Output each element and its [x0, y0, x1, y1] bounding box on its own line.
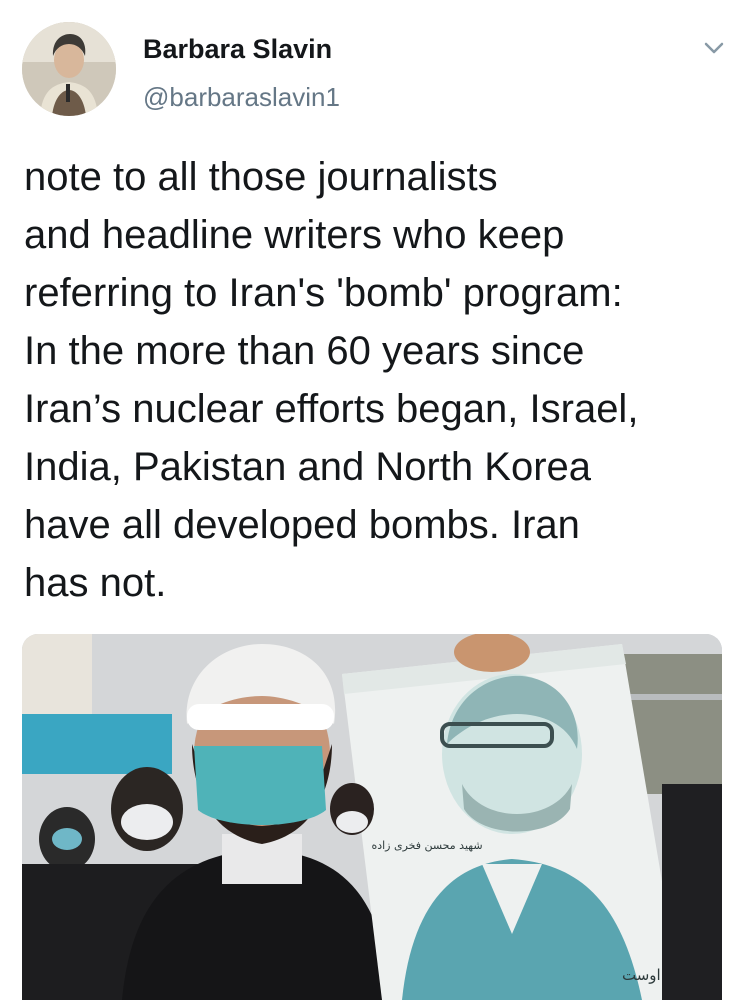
- tweet-text-line: Iran’s nuclear efforts began, Israel,: [24, 387, 639, 431]
- tweet-text-line: India, Pakistan and North Korea: [24, 445, 592, 489]
- author-handle[interactable]: @barbaraslavin1: [143, 82, 340, 113]
- tweet-card[interactable]: Barbara Slavin @barbaraslavin1 note to a…: [0, 0, 745, 1000]
- tweet-text-line: In the more than 60 years since: [24, 329, 585, 373]
- tweet-text-line: note to all those journalists: [24, 155, 498, 199]
- poster-signature: شهید محسن فخری زاده: [371, 839, 482, 852]
- avatar-image: [22, 22, 116, 116]
- chevron-down-icon[interactable]: [700, 38, 728, 58]
- tweet-text-line: has not.: [24, 561, 167, 605]
- tweet-text-line: and headline writers who keep: [24, 213, 565, 257]
- author-display-name[interactable]: Barbara Slavin: [143, 34, 332, 65]
- tweet-text-line: have all developed bombs. Iran: [24, 503, 580, 547]
- avatar[interactable]: [22, 22, 116, 116]
- tweet-media-photo[interactable]: مقام والای شهادت پاداش الهی تلاشهای عالم…: [22, 634, 722, 1000]
- tweet-text: note to all those journalists and headli…: [24, 148, 724, 612]
- tweet-text-line: referring to Iran's 'bomb' program:: [24, 271, 623, 315]
